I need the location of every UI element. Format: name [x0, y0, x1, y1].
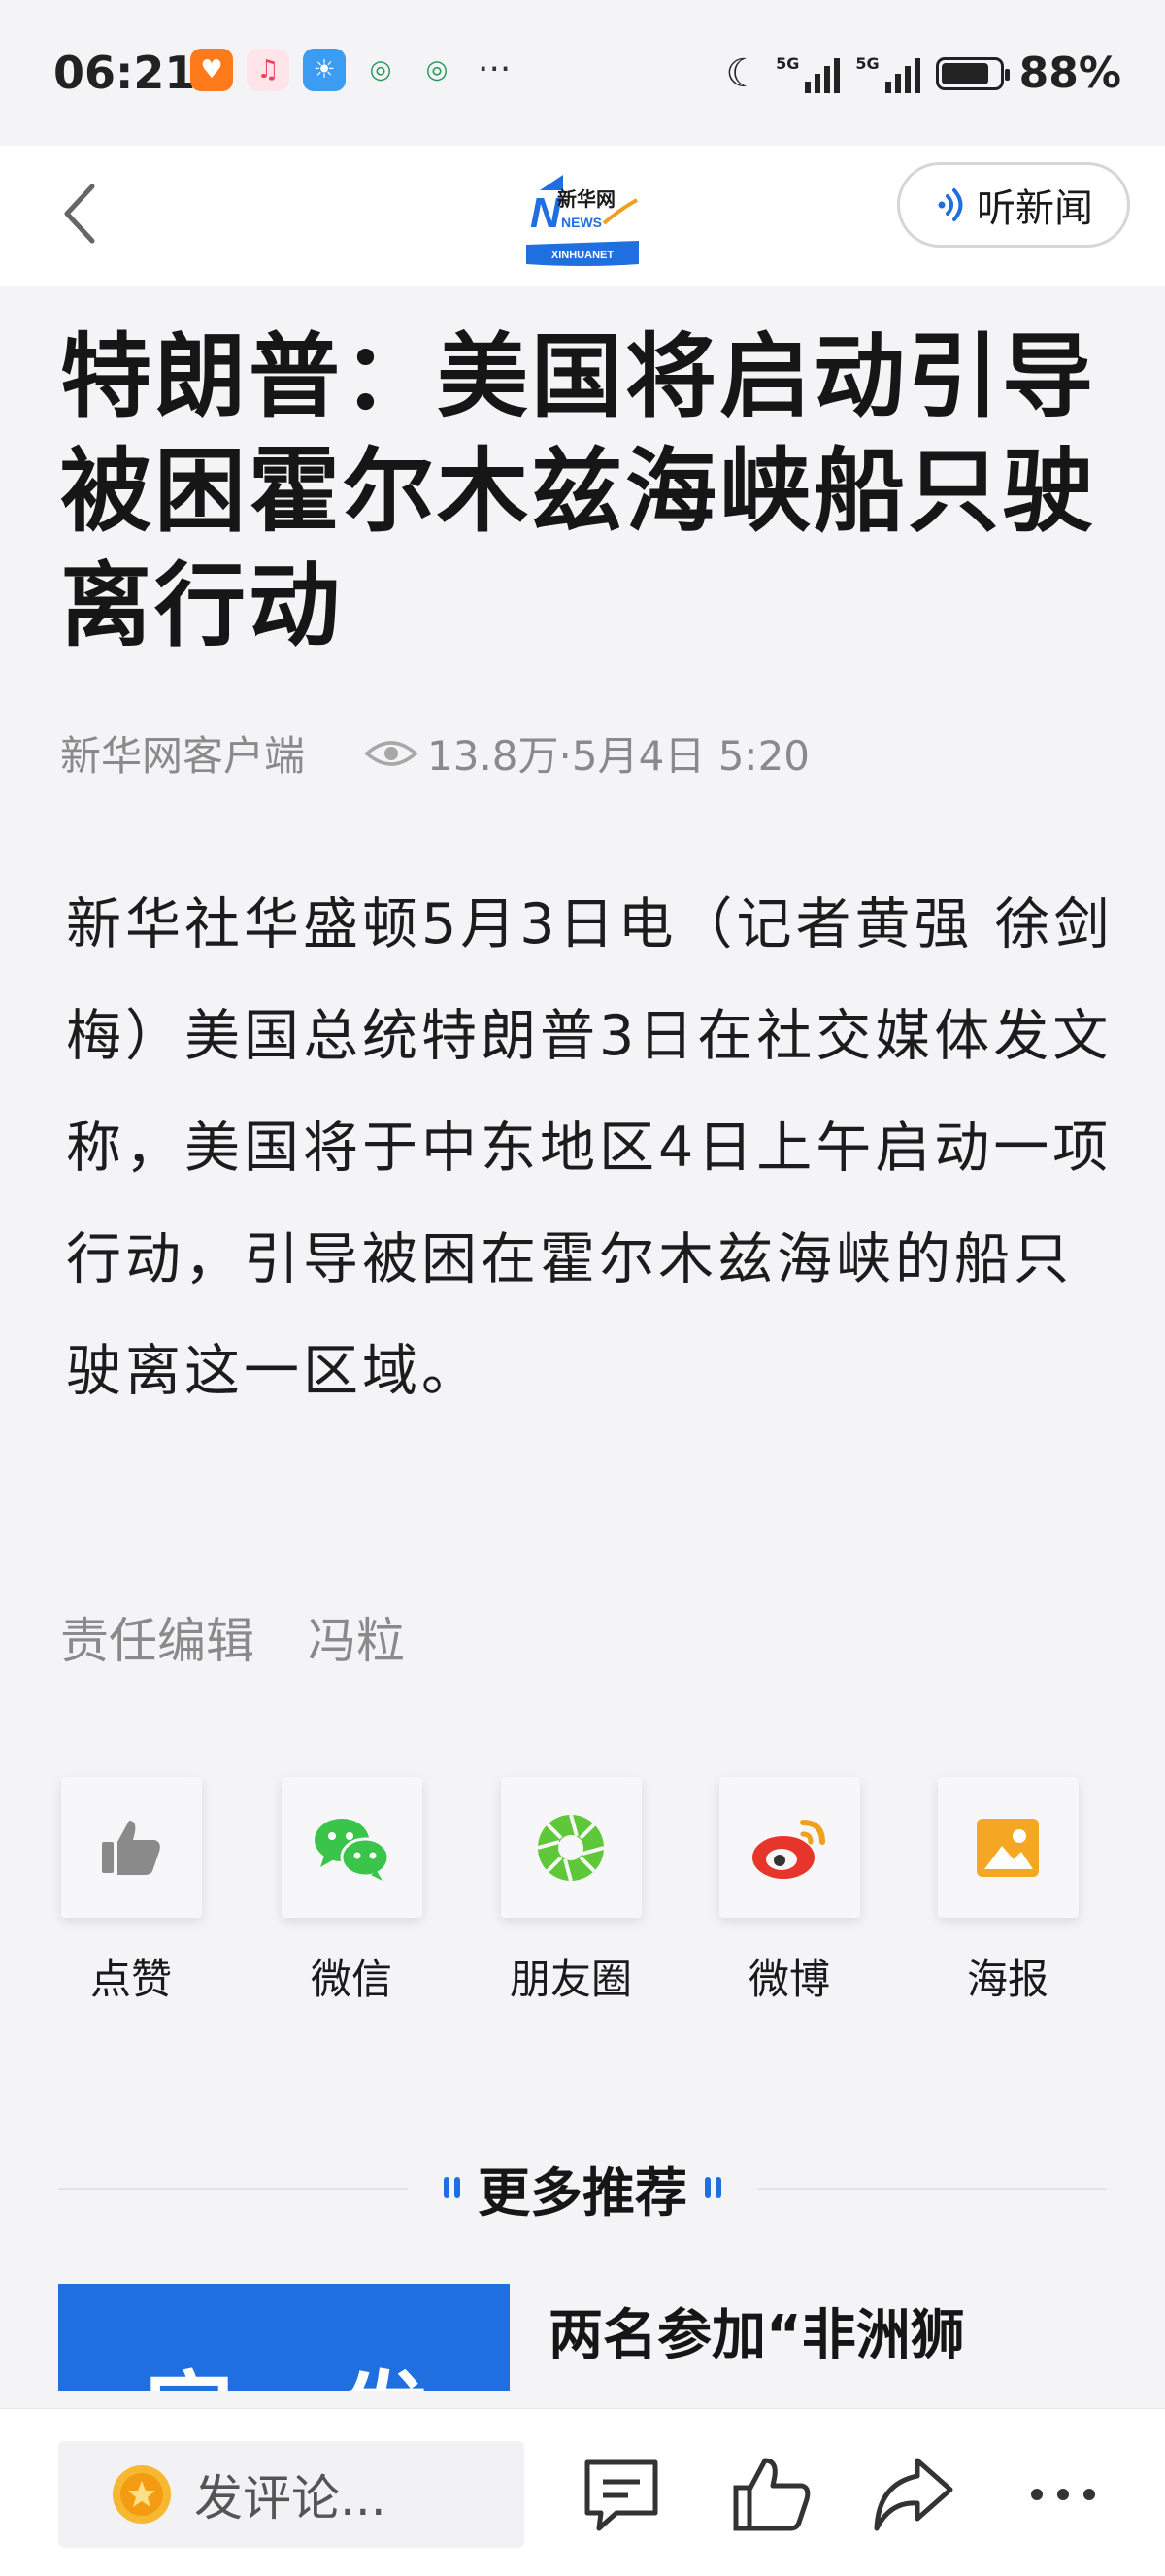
editor-label: 责任编辑 [60, 1613, 254, 1669]
poster-icon [977, 1818, 1039, 1877]
app-header: N 新华网 NEWS XINHUANET 听新闻 [0, 146, 1165, 286]
back-icon[interactable] [53, 175, 112, 252]
poster-share-box[interactable] [937, 1777, 1079, 1918]
right-bars-icon [705, 2177, 721, 2198]
share-icon[interactable] [869, 2451, 956, 2538]
comment-icon[interactable] [578, 2451, 665, 2538]
taobao-app-icon: ♥ [190, 49, 233, 91]
signal-icon-1: 5G [776, 53, 841, 93]
wechat-share-box[interactable] [281, 1777, 422, 1918]
battery-percent: 88% [1018, 49, 1121, 98]
weibo-icon [752, 1819, 825, 1879]
more-recommend-header: 更多推荐 [58, 2156, 1107, 2224]
article-body: 新华社华盛顿5月3日电（记者黄强 徐剑梅）美国总统特朗普3日在社交媒体发文称，美… [66, 892, 1114, 1403]
moments-icon [537, 1813, 605, 1882]
status-indicators: ☾ 5G 5G 88% [725, 49, 1121, 98]
china-mobile-icon: ◎ [369, 55, 392, 84]
battery-icon [935, 56, 1010, 90]
thumbs-up-icon [102, 1820, 160, 1875]
like-icon[interactable] [728, 2451, 816, 2538]
thumbnail-text: 官 发 [146, 2342, 467, 2391]
poster-share-item[interactable]: 海报 [930, 1777, 1085, 2006]
comment-input[interactable]: 发评论... [58, 2441, 524, 2548]
view-count: 13.8万 [427, 732, 559, 780]
wechat-icon [315, 1818, 390, 1881]
moments-label: 朋友圈 [509, 1956, 632, 2003]
network-label-2: 5G [855, 53, 880, 73]
xinhuanet-logo: N 新华网 NEWS XINHUANET [526, 175, 639, 266]
publish-date: ·5月4日 5:20 [558, 732, 811, 780]
moments-share-item[interactable]: 朋友圈 [493, 1777, 649, 2006]
coin-star-icon [113, 2465, 171, 2524]
responsible-editor: 责任编辑 冯粒 [60, 1602, 405, 1672]
more-notifications-icon: ··· [478, 50, 512, 89]
logo-news-text: NEWS [561, 215, 602, 230]
logo-bottom-text: XINHUANET [551, 250, 614, 261]
do-not-disturb-icon: ☾ [725, 50, 761, 96]
moments-share-box[interactable] [500, 1777, 642, 1918]
network-label-1: 5G [776, 53, 800, 73]
bottom-action-bar: 发评论... [0, 2408, 1165, 2576]
listen-news-button[interactable]: 听新闻 [897, 162, 1130, 248]
weibo-share-item[interactable]: 微博 [712, 1777, 867, 2006]
recommend-thumbnail[interactable]: 官 发 [58, 2284, 510, 2391]
like-share-box[interactable] [60, 1777, 202, 1918]
music-app-icon: ♫ [247, 49, 289, 91]
weather-app-icon: ☀ [303, 49, 346, 91]
like-label: 点赞 [89, 1956, 172, 2003]
status-time: 06:21 [53, 47, 196, 99]
listen-news-label: 听新闻 [977, 186, 1093, 231]
logo-top-text: 新华网 [557, 187, 616, 211]
signal-icon-2: 5G [855, 53, 920, 93]
share-row: 点赞 微信 朋友圈 微博 海报 [0, 1777, 1165, 2039]
more-recommend-title: 更多推荐 [478, 2161, 687, 2224]
article-title: 特朗普：美国将启动引导被困霍尔木兹海峡船只驶离行动 [60, 324, 1097, 659]
weibo-share-box[interactable] [718, 1777, 860, 1918]
wechat-label: 微信 [310, 1956, 392, 2003]
like-share-item[interactable]: 点赞 [53, 1777, 209, 2006]
comment-placeholder: 发评论... [194, 2470, 386, 2526]
views-eye-icon [364, 740, 418, 766]
left-bars-icon [444, 2177, 460, 2198]
more-icon[interactable] [1019, 2451, 1107, 2538]
article-source: 新华网客户端 [60, 732, 306, 780]
china-mobile-icon-2: ◎ [425, 55, 449, 84]
status-bar: 06:21 ♥ ♫ ☀ ◎ ◎ ··· ☾ 5G 5G 88% [0, 0, 1165, 146]
weibo-label: 微博 [748, 1956, 830, 2003]
article-meta: 新华网客户端 13.8万 ·5月4日 5:20 [60, 723, 810, 783]
editor-name: 冯粒 [308, 1613, 405, 1669]
poster-label: 海报 [966, 1956, 1048, 2003]
wechat-share-item[interactable]: 微信 [274, 1777, 429, 2006]
recommend-item-title[interactable]: 两名参加“非洲狮 [549, 2292, 965, 2370]
audio-wave-icon [938, 188, 963, 221]
notification-icons: ♥ ♫ ☀ ◎ ◎ ··· [190, 49, 511, 91]
